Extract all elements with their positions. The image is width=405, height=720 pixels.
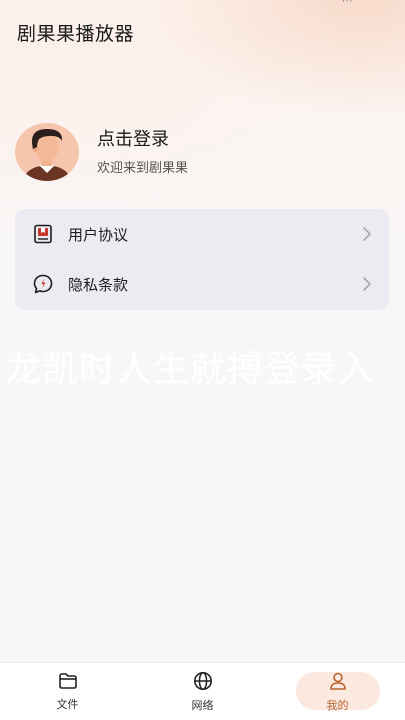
profile-text: 点击登录 欢迎来到剧果果 [97, 129, 188, 176]
tab-label: 我的 [326, 698, 349, 712]
profile-login-area[interactable]: 点击登录 欢迎来到剧果果 [15, 120, 385, 184]
menu-card: 用户协议 隐私条款 [15, 209, 389, 310]
menu-item-privacy-policy[interactable]: 隐私条款 [15, 259, 389, 309]
chevron-right-icon [363, 227, 371, 241]
menu-item-label: 用户协议 [68, 225, 129, 244]
chevron-right-icon [363, 277, 371, 291]
privacy-speech-icon [32, 273, 54, 295]
menu-item-user-agreement[interactable]: 用户协议 [15, 209, 389, 259]
page-title: 剧果果播放器 [17, 23, 135, 45]
tab-label: 网络 [191, 698, 214, 712]
login-subtitle: 欢迎来到剧果果 [97, 160, 189, 176]
avatar-illustration-icon [18, 123, 76, 181]
watermark-text: 龙凯时人生就搏登录入 [5, 349, 376, 390]
menu-item-label: 隐私条款 [68, 275, 129, 294]
person-icon [328, 671, 348, 695]
tab-mine[interactable]: 我的 [270, 663, 405, 720]
tab-label: 文件 [56, 697, 79, 711]
status-bar-fragment: ··· [341, 0, 353, 8]
folder-icon [58, 672, 78, 694]
document-book-icon [32, 223, 54, 245]
avatar[interactable] [15, 123, 79, 181]
tab-files[interactable]: 文件 [0, 663, 135, 720]
bottom-tab-bar: 文件 网络 我的 [0, 662, 405, 720]
tab-network[interactable]: 网络 [135, 663, 270, 720]
login-title[interactable]: 点击登录 [97, 129, 188, 151]
globe-icon [193, 671, 213, 695]
